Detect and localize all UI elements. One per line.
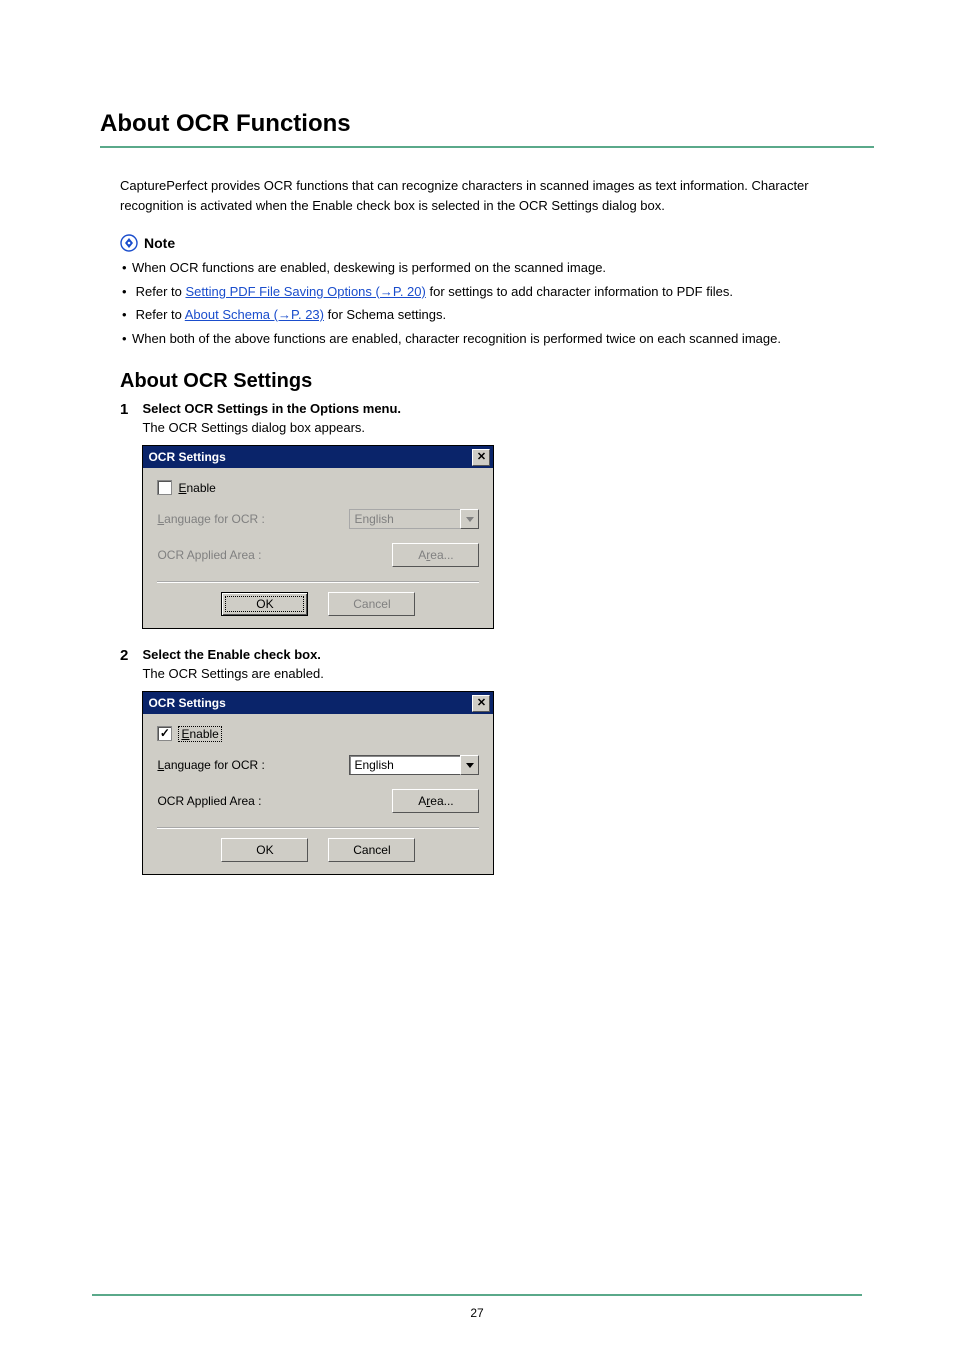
cancel-button[interactable]: Cancel [328,838,415,862]
area-button[interactable]: Area... [392,789,479,813]
language-value: English [349,755,460,775]
area-label: OCR Applied Area : [157,548,261,562]
ok-button[interactable]: OK [221,838,308,862]
title-underline [100,146,874,148]
step-description: The OCR Settings are enabled. [142,666,862,681]
language-combo[interactable]: English [349,755,479,775]
footer-divider [92,1294,862,1296]
close-icon[interactable]: ✕ [472,695,490,712]
section-title: About OCR Settings [120,370,874,393]
note-text: for Schema settings. [324,307,446,322]
note-list: When OCR functions are enabled, deskewin… [120,258,854,348]
chevron-down-icon[interactable] [460,755,479,775]
area-label: OCR Applied Area : [157,794,261,808]
note-item: Refer to About Schema (→P. 23) for Schem… [120,305,854,325]
ocr-settings-dialog-enabled: OCR Settings ✕ ✓ Enable Language for OCR… [142,691,494,875]
note-item: Refer to Setting PDF File Saving Options… [120,282,854,302]
step-title: Select OCR Settings in the Options menu. [142,401,862,416]
language-label: Language for OCR : [157,512,264,526]
note-text: Refer to [136,307,185,322]
page-title: About OCR Functions [100,110,874,138]
dialog-title: OCR Settings [148,696,225,710]
language-combo: English [349,509,479,529]
step-number: 2 [120,647,138,664]
note-text: for settings to add character informatio… [426,284,733,299]
language-label: Language for OCR : [157,758,264,772]
ocr-settings-dialog-disabled: OCR Settings ✕ Enable Language for OCR :… [142,445,494,629]
area-button: Area... [392,543,479,567]
link-about-schema[interactable]: About Schema (→P. 23) [185,307,324,322]
note-item: When both of the above functions are ena… [120,329,854,349]
enable-checkbox[interactable]: ✓ [157,726,172,741]
close-icon[interactable]: ✕ [472,449,490,466]
dialog-separator [157,827,479,828]
chevron-down-icon [460,509,479,529]
intro-paragraph: CapturePerfect provides OCR functions th… [120,176,854,216]
enable-label: Enable [178,481,215,495]
enable-label: Enable [178,727,221,741]
enable-checkbox[interactable] [157,480,172,495]
note-item: When OCR functions are enabled, deskewin… [120,258,854,278]
page-number: 27 [0,1306,954,1320]
note-icon [120,234,138,252]
ok-button[interactable]: OK [221,592,308,616]
link-pdf-options[interactable]: Setting PDF File Saving Options (→P. 20) [185,284,425,299]
note-label: Note [144,235,175,251]
cancel-button: Cancel [328,592,415,616]
step-number: 1 [120,401,138,418]
step-description: The OCR Settings dialog box appears. [142,420,862,435]
step-title: Select the Enable check box. [142,647,862,662]
note-text: Refer to [136,284,186,299]
language-value: English [349,509,460,529]
dialog-title: OCR Settings [148,450,225,464]
dialog-separator [157,581,479,582]
